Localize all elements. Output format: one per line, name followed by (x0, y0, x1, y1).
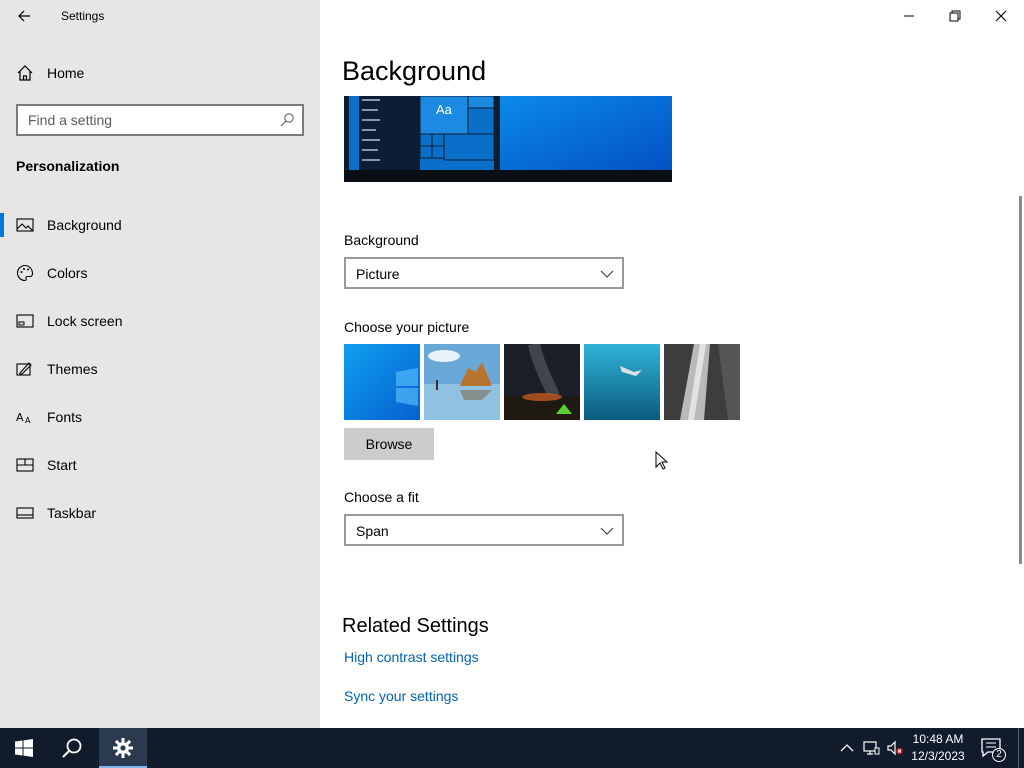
nav-item-themes[interactable]: Themes (0, 349, 320, 389)
nav-item-label: Fonts (47, 409, 83, 425)
beach-rocks-image (424, 344, 500, 420)
search-icon (280, 113, 294, 127)
night-sky-tent-image (504, 344, 580, 420)
nav-item-label: Themes (47, 361, 98, 377)
nav-item-colors[interactable]: Colors (0, 253, 320, 293)
scrollbar-thumb[interactable] (1019, 196, 1022, 564)
background-dropdown[interactable]: Picture (344, 257, 624, 289)
page-title: Background (342, 56, 487, 86)
chevron-down-icon (600, 270, 614, 278)
nav-item-lock-screen[interactable]: Lock screen (0, 301, 320, 341)
nav-item-label: Taskbar (47, 505, 97, 521)
restore-icon (949, 10, 961, 22)
choose-picture-label: Choose your picture (344, 319, 470, 335)
start-button[interactable] (0, 728, 48, 768)
nav-item-start[interactable]: Start (0, 445, 320, 485)
chevron-up-icon[interactable] (838, 739, 856, 757)
clock[interactable]: 10:48 AM 12/3/2023 (906, 731, 970, 765)
high-contrast-link[interactable]: High contrast settings (344, 649, 479, 665)
search-input[interactable] (18, 106, 268, 134)
sync-settings-link[interactable]: Sync your settings (344, 688, 458, 704)
clock-date: 12/3/2023 (911, 749, 965, 763)
windows-wallpaper-image (344, 344, 420, 420)
start-icon (16, 458, 34, 472)
volume-muted-icon[interactable] (886, 739, 904, 757)
nav-item-label: Colors (47, 265, 88, 281)
home-icon (17, 65, 33, 81)
rock-cliff-image (664, 344, 740, 420)
related-settings-title: Related Settings (342, 615, 489, 637)
palette-icon (17, 264, 34, 282)
nav-home-label: Home (47, 65, 85, 81)
fit-dropdown[interactable]: Span (344, 514, 624, 546)
section-title: Personalization (16, 158, 120, 174)
picture-thumbnail-windows[interactable] (344, 344, 420, 420)
nav-item-label: Lock screen (47, 313, 123, 329)
nav-item-fonts[interactable]: A A Fonts (0, 397, 320, 437)
underwater-swimmer-image (584, 344, 660, 420)
fonts-icon: A A (16, 411, 31, 425)
choose-fit-label: Choose a fit (344, 489, 419, 505)
picture-thumbnail-underwater[interactable] (584, 344, 660, 420)
chevron-down-icon (600, 527, 614, 535)
preview-image (344, 96, 672, 182)
notification-count-badge: 2 (992, 748, 1006, 762)
close-icon (995, 10, 1007, 22)
close-button[interactable] (978, 0, 1024, 32)
themes-icon (16, 362, 32, 376)
desktop-preview: Aa (344, 96, 672, 182)
taskbar-icon (16, 507, 34, 519)
restore-button[interactable] (932, 0, 978, 32)
background-label: Background (344, 232, 419, 248)
picture-thumbnail-beach[interactable] (424, 344, 500, 420)
picture-thumbnail-rock-cliff[interactable] (664, 344, 740, 420)
picture-thumbnail-night-sky[interactable] (504, 344, 580, 420)
windows-logo-icon (15, 739, 33, 757)
minimize-icon (904, 15, 914, 17)
nav-item-background[interactable]: Background (0, 205, 320, 245)
search-taskbar-button[interactable] (48, 728, 96, 768)
nav-item-taskbar[interactable]: Taskbar (0, 493, 320, 533)
show-desktop-button[interactable] (1018, 728, 1019, 768)
fit-dropdown-value: Span (356, 523, 389, 539)
nav-item-label: Start (47, 457, 77, 473)
network-icon[interactable] (862, 739, 880, 757)
search-box[interactable] (16, 104, 304, 136)
svg-text:A: A (25, 416, 31, 425)
nav-item-label: Background (47, 217, 122, 233)
mouse-cursor-icon (655, 451, 669, 470)
nav-pane: Settings Home Personalization Background… (0, 0, 320, 728)
search-icon (62, 738, 82, 758)
minimize-button[interactable] (886, 0, 932, 32)
browse-button[interactable]: Browse (344, 428, 434, 460)
settings-taskbar-button[interactable] (99, 728, 147, 768)
app-title: Settings (61, 9, 105, 23)
back-button[interactable] (8, 4, 40, 28)
svg-text:A: A (16, 411, 24, 424)
taskbar: 10:48 AM 12/3/2023 (0, 728, 1024, 768)
preview-sample-text: Aa (436, 102, 452, 117)
lock-screen-icon (16, 314, 34, 328)
gear-icon (113, 738, 133, 758)
nav-home[interactable]: Home (0, 56, 320, 90)
back-arrow-icon (18, 10, 30, 22)
picture-icon (16, 218, 34, 232)
background-dropdown-value: Picture (356, 266, 400, 282)
clock-time: 10:48 AM (912, 732, 964, 746)
